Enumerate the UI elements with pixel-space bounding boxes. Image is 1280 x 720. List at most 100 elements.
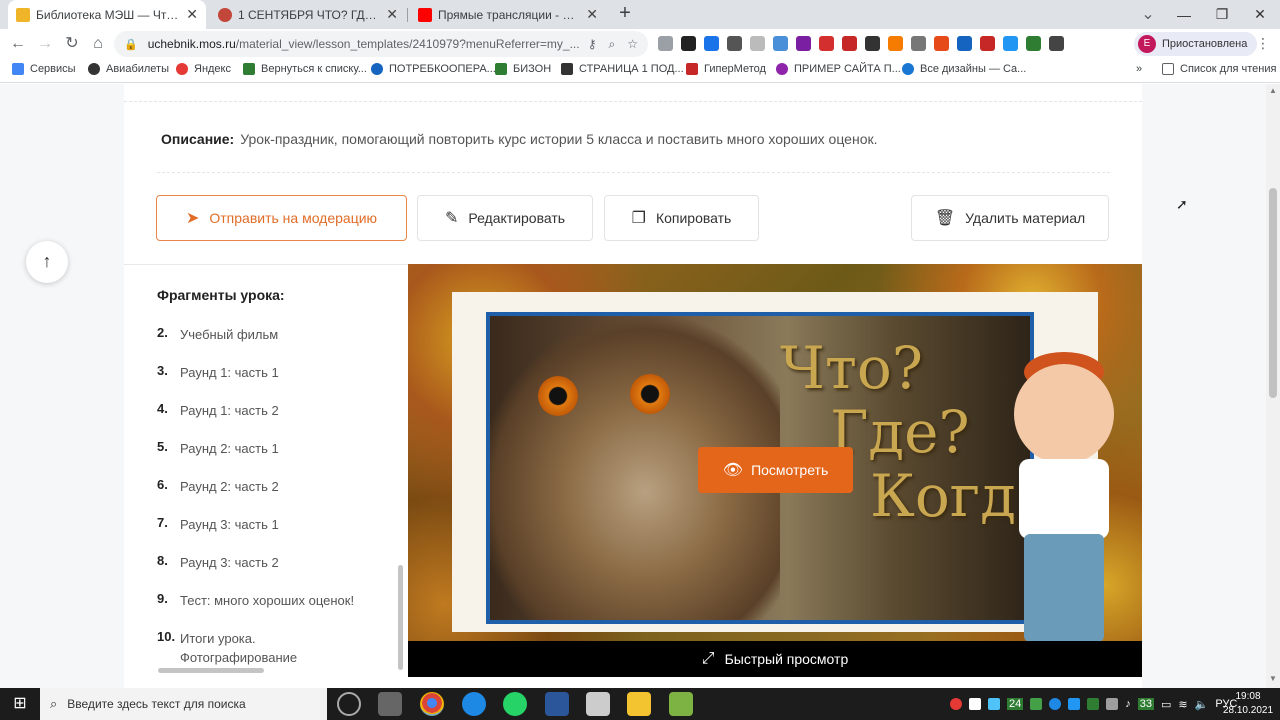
extension-icon[interactable] (819, 36, 834, 51)
delete-material-button[interactable]: 🗑 Удалить материал (911, 195, 1109, 241)
scroll-down-arrow-icon[interactable]: ▼ (1269, 674, 1277, 683)
tray-badge[interactable]: 33 (1137, 698, 1154, 710)
bookmark-all-designs[interactable]: Все дизайны — Са... (902, 63, 1026, 75)
fragment-item[interactable]: 2. Учебный фильм (157, 325, 380, 344)
scroll-up-arrow-icon[interactable]: ▲ (1269, 86, 1277, 95)
extension-icon[interactable] (658, 36, 673, 51)
scrollbar-thumb[interactable] (1269, 188, 1277, 398)
minimize-button[interactable]: — (1165, 7, 1203, 23)
bookmark-yandex[interactable]: Яндекс (176, 63, 231, 75)
network-icon[interactable]: ▭ (1161, 698, 1171, 711)
sidebar-vertical-scrollbar[interactable] (398, 565, 403, 670)
extension-icon[interactable] (773, 36, 788, 51)
extension-icon[interactable] (704, 36, 719, 51)
zoom-icon[interactable]: ⌕ (609, 37, 616, 52)
fragment-item[interactable]: 7. Раунд 3: часть 1 (157, 515, 380, 534)
watch-button[interactable]: 👁 Посмотреть (698, 447, 853, 493)
extension-icon[interactable] (911, 36, 926, 51)
tray-icon[interactable] (1106, 698, 1119, 710)
scroll-to-top-button[interactable]: ↑ (26, 241, 68, 283)
whatsapp-icon[interactable] (503, 692, 527, 716)
fragment-item[interactable]: 6. Раунд 2: часть 2 (157, 477, 380, 496)
reading-list-button[interactable]: Список для чтения (1162, 63, 1276, 75)
tray-counter[interactable]: 24 (1007, 698, 1024, 710)
fragment-item[interactable]: 4. Раунд 1: часть 2 (157, 401, 380, 420)
extension-icon[interactable] (796, 36, 811, 51)
fragment-item[interactable]: 3. Раунд 1: часть 1 (157, 363, 380, 382)
speaker-icon[interactable]: 🔈 (1195, 698, 1209, 711)
extension-icon[interactable] (750, 36, 765, 51)
bookmark-bizon[interactable]: БИЗОН (495, 63, 551, 75)
tab-youtube[interactable]: Прямые трансляции - YouTube ✕ (410, 0, 606, 29)
puzzle-icon[interactable] (1049, 36, 1064, 51)
new-tab-button[interactable]: + (614, 3, 636, 25)
bookmark-back-to-list[interactable]: Вернуться к списку... (243, 63, 367, 75)
extension-icon[interactable] (681, 36, 696, 51)
extension-icon[interactable] (842, 36, 857, 51)
close-tab-icon[interactable]: ✕ (186, 6, 198, 23)
bookmark-page1[interactable]: СТРАНИЦА 1 ПОД... (561, 63, 684, 75)
tray-icon[interactable] (1087, 698, 1100, 710)
tab-search-icon[interactable]: ⌄ (1138, 5, 1158, 25)
chrome-icon[interactable] (420, 692, 444, 716)
extension-icon[interactable] (980, 36, 995, 51)
bookmarks-overflow-button[interactable]: » (1136, 63, 1142, 75)
extension-icon[interactable] (957, 36, 972, 51)
fragment-item[interactable]: 5. Раунд 2: часть 1 (157, 439, 380, 458)
back-icon[interactable]: ← (8, 34, 28, 54)
key-icon[interactable]: ⚷ (588, 37, 597, 52)
edit-button[interactable]: ✎ Редактировать (417, 195, 593, 241)
microphone-icon[interactable] (969, 698, 981, 710)
bookmark-services[interactable]: Сервисы (12, 63, 76, 75)
wifi-icon[interactable]: ≋ (1178, 698, 1187, 711)
extension-icon[interactable] (1003, 36, 1018, 51)
page-scrollbar[interactable]: ▲ ▼ (1266, 84, 1280, 688)
tray-icon[interactable] (950, 698, 962, 710)
address-bar[interactable]: 🔒 uchebnik.mos.ru/material_view/lesson_t… (114, 31, 648, 57)
lock-icon[interactable]: 🔒 (124, 38, 138, 51)
maximize-button[interactable]: ❐ (1203, 6, 1241, 23)
reload-icon[interactable]: ↻ (62, 34, 82, 54)
edge-icon[interactable] (462, 692, 486, 716)
tray-icon[interactable] (1030, 698, 1043, 710)
tray-icon[interactable] (988, 698, 1000, 710)
close-tab-icon[interactable]: ✕ (386, 6, 398, 23)
tray-icon[interactable] (1049, 698, 1062, 710)
close-tab-icon[interactable]: ✕ (586, 6, 598, 23)
volume-icon[interactable]: ♪ (1125, 698, 1131, 710)
bookmark-hypermethod[interactable]: ГиперМетод (686, 63, 766, 75)
clock[interactable]: 19:08 28.10.2021 (1222, 690, 1274, 718)
bookmark-potrebkoop[interactable]: ПОТРЕБКООПЕРА... (371, 63, 496, 75)
taskbar-search[interactable]: ⌕ Введите здесь текст для поиска (40, 688, 327, 720)
home-icon[interactable]: ⌂ (88, 34, 108, 54)
extension-icon[interactable] (727, 36, 742, 51)
extension-icon[interactable] (934, 36, 949, 51)
fragment-item[interactable]: 10. Итоги урока. Фотографирование (157, 629, 320, 667)
app-icon[interactable] (586, 692, 610, 716)
browser-menu-icon[interactable]: ⋮ (1256, 35, 1270, 52)
file-explorer-icon[interactable] (627, 692, 651, 716)
app-icon[interactable] (669, 692, 693, 716)
quick-view-button[interactable]: ⤢ Быстрый просмотр (408, 641, 1142, 677)
app-icon[interactable] (378, 692, 402, 716)
word-icon[interactable] (545, 692, 569, 716)
windows-start-icon[interactable]: ⊞ (0, 688, 40, 720)
obs-icon[interactable] (337, 692, 361, 716)
extension-icon[interactable] (865, 36, 880, 51)
fragment-item[interactable]: 9. Тест: много хороших оценок! (157, 591, 380, 610)
zoom-app-icon[interactable] (1068, 698, 1081, 710)
extension-icon[interactable] (888, 36, 903, 51)
profile-button[interactable]: E Приостановлена (1134, 32, 1258, 56)
tab-chgk[interactable]: 1 СЕНТЯБРЯ ЧТО? ГДЕ? КОГДА? ✕ (210, 0, 406, 29)
copy-button[interactable]: ❐ Копировать (604, 195, 759, 241)
forward-icon[interactable]: → (35, 34, 55, 54)
sidebar-horizontal-scrollbar[interactable] (158, 668, 264, 673)
tab-mesh-library[interactable]: Библиотека МЭШ — Что? Где? ✕ (8, 0, 206, 29)
url-text[interactable]: uchebnik.mos.ru/material_view/lesson_tem… (148, 37, 588, 51)
send-to-moderation-button[interactable]: ➤ Отправить на модерацию (156, 195, 407, 241)
bookmark-site-example[interactable]: ПРИМЕР САЙТА П... (776, 63, 901, 75)
close-window-button[interactable]: ✕ (1241, 6, 1279, 23)
extension-icon[interactable] (1026, 36, 1041, 51)
bookmark-flights[interactable]: Авиабилеты (88, 63, 169, 75)
bookmark-star-icon[interactable]: ☆ (627, 37, 638, 52)
